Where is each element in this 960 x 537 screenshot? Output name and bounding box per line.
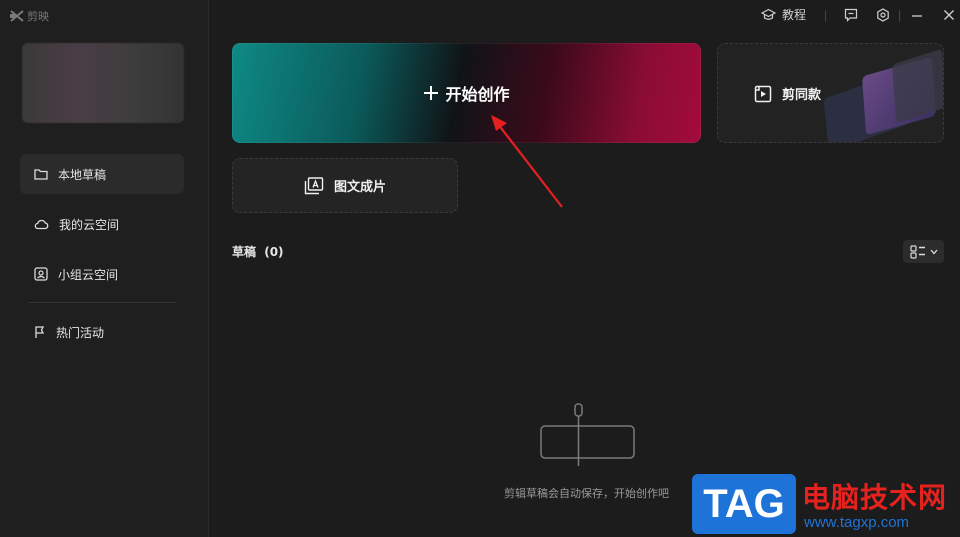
image-text-video-button[interactable]: 图文成片 <box>232 158 458 213</box>
watermark-url: www.tagxp.com <box>804 514 910 531</box>
watermark: TAG 电脑技术网 www.tagxp.com <box>690 472 960 537</box>
same-style-content: 剪同款 <box>754 84 821 103</box>
titlebar-separator <box>899 10 900 22</box>
drafts-title: 草稿 <box>232 245 257 259</box>
empty-drafts-illustration <box>538 402 638 472</box>
close-button[interactable] <box>943 8 955 22</box>
gear-icon <box>877 8 889 22</box>
feedback-icon <box>844 8 858 22</box>
title-bar: 教程 <box>208 0 960 32</box>
sidebar-item-my-cloud[interactable]: 我的云空间 <box>20 204 184 244</box>
folder-icon <box>34 169 48 180</box>
tutorial-label: 教程 <box>782 8 807 22</box>
titlebar-separator <box>825 10 826 22</box>
image-text-icon <box>304 176 324 194</box>
minimize-button[interactable] <box>911 8 923 22</box>
sidebar-item-label: 我的云空间 <box>59 217 120 232</box>
template-icon <box>754 85 772 102</box>
settings-button[interactable] <box>876 8 890 22</box>
logo-icon <box>10 10 24 22</box>
sidebar-item-local-drafts[interactable]: 本地草稿 <box>20 154 184 194</box>
sidebar: 剪映 本地草稿 我的云空间 小组云空间 热门活动 <box>0 0 209 537</box>
drafts-count: (0) <box>264 245 284 259</box>
plus-icon <box>424 86 439 100</box>
drafts-heading: 草稿 (0) <box>232 243 284 260</box>
sidebar-divider <box>28 302 176 303</box>
close-icon <box>944 10 954 20</box>
feedback-button[interactable] <box>844 8 858 22</box>
flag-icon <box>35 325 45 338</box>
view-mode-toggle[interactable] <box>903 240 944 263</box>
sidebar-item-label: 热门活动 <box>56 325 105 340</box>
cloud-icon <box>34 219 49 230</box>
sidebar-item-group-cloud[interactable]: 小组云空间 <box>20 254 184 294</box>
app-name: 剪映 <box>27 10 49 23</box>
watermark-tag-logo: TAG <box>692 474 796 534</box>
same-style-label: 剪同款 <box>782 88 822 103</box>
empty-box-icon <box>540 403 635 466</box>
sidebar-item-label: 小组云空间 <box>58 267 119 282</box>
minimize-icon <box>912 15 922 17</box>
same-style-button[interactable]: 剪同款 <box>717 43 944 143</box>
image-text-label: 图文成片 <box>333 180 386 195</box>
graduation-cap-icon <box>761 8 776 20</box>
template-preview-decoration <box>891 48 943 124</box>
sidebar-item-hot-events[interactable]: 热门活动 <box>20 312 184 352</box>
start-create-button[interactable]: 开始创作 <box>232 43 701 143</box>
chevron-down-icon <box>930 249 937 254</box>
start-create-label: 开始创作 <box>445 85 510 104</box>
watermark-site-name: 电脑技术网 <box>802 481 948 514</box>
app-logo: 剪映 <box>10 8 49 24</box>
grid-view-icon <box>909 244 925 259</box>
user-profile-card[interactable] <box>22 43 184 123</box>
group-space-icon <box>34 267 48 281</box>
sidebar-item-label: 本地草稿 <box>58 167 107 182</box>
tutorial-button[interactable]: 教程 <box>761 6 806 23</box>
empty-drafts-message: 剪辑草稿会自动保存，开始创作吧 <box>504 487 669 500</box>
